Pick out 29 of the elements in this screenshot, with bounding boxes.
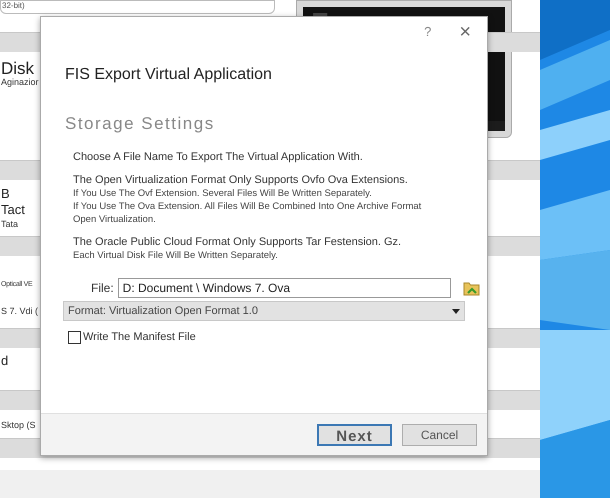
info-text: Each Virtual Disk File Will Be Written Separately. [73,249,279,262]
panel-text: Sktop (S [1,421,36,430]
info-text: Open Virtualization. [73,213,157,226]
panel-text: d [1,354,8,367]
checkbox-label: Write The Manifest File [83,330,196,345]
folder-icon[interactable] [462,280,480,296]
file-label: File: [91,280,114,297]
panel-text: B [1,187,10,200]
file-field[interactable]: D: Document \ Windows 7. Ova [118,278,451,298]
help-button[interactable]: ? [424,22,432,42]
info-text: The Oracle Public Cloud Format Only Supports Tar Festension. Gz. [73,236,402,249]
panel-text: Disk [1,60,34,77]
checkbox[interactable] [68,330,81,344]
dialog-title: FIS Export Virtual Application [65,66,272,83]
panel-text: Tata [1,220,18,229]
panel-text: S 7. Vdi ( [1,307,38,316]
caret-icon [452,308,460,314]
info-text: Choose A File Name To Export The Virtual Application With. [73,151,364,164]
next-button[interactable]: Next [317,424,392,446]
cancel-button[interactable]: Cancel [402,424,477,446]
panel-text: Tact [1,203,25,216]
info-text: If You Use The Ovf Extension. Several Files Will Be Written Separately. [73,187,373,200]
section-heading: Storage Settings [65,114,215,133]
header-text: 32-bit) [2,0,25,12]
panel-text: Aginazior [1,78,39,87]
info-text: The Open Virtualization Format Only Supports Ovfo Ova Extensions. [73,174,409,187]
format-dropdown[interactable]: Format: Virtualization Open Format 1.0 [63,301,465,321]
info-text: If You Use The Ova Extension. All Files Will Be Combined Into One Archive Format [73,200,422,213]
close-button[interactable]: × [459,22,471,42]
